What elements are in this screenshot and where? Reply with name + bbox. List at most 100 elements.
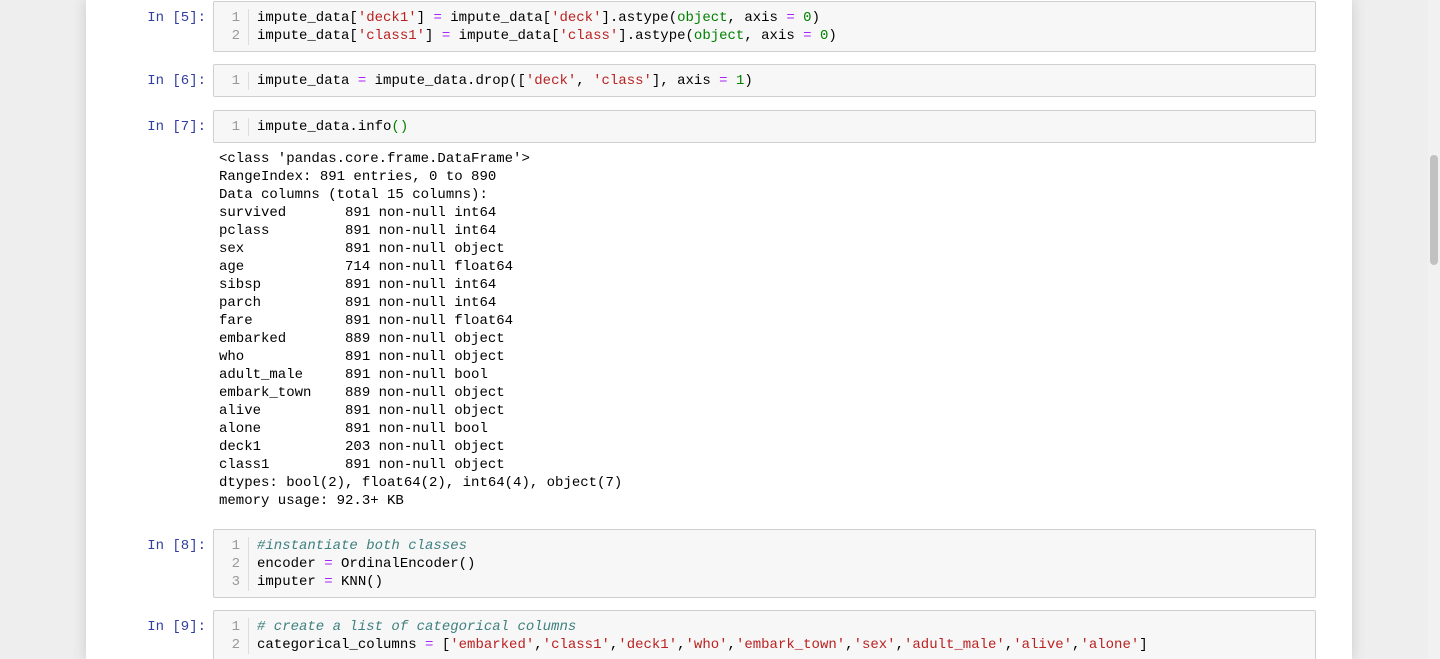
- code-text: #instantiate both classes: [249, 537, 467, 555]
- cell-prompt: In [8]:: [147, 538, 206, 554]
- code-input[interactable]: 1 impute_data['deck1'] = impute_data['dec…: [213, 1, 1316, 52]
- output-line: memory usage: 92.3+ KB: [219, 493, 404, 509]
- code-text: # create a list of categorical columns: [249, 618, 576, 636]
- code-token: 'deck1': [357, 10, 417, 26]
- scrollbar-thumb[interactable]: [1430, 155, 1438, 265]
- code-token: impute_data.drop([: [366, 73, 526, 89]
- code-token: 'embark_town': [735, 637, 846, 653]
- code-line[interactable]: 2 categorical_columns = ['embarked','clas…: [214, 636, 1315, 654]
- output-line: class1 891 non-null object: [219, 457, 505, 473]
- code-token: 'alone': [1080, 637, 1140, 653]
- code-token: # create a list of categorical columns: [257, 619, 577, 635]
- code-token: OrdinalEncoder(): [332, 556, 476, 572]
- code-token: impute_data: [257, 73, 358, 89]
- output-line: adult_male 891 non-null bool: [219, 367, 488, 383]
- output-line: survived 891 non-null int64: [219, 205, 497, 221]
- code-token: 'deck1': [618, 637, 678, 653]
- code-token: encoder: [257, 556, 325, 572]
- code-input[interactable]: 1 impute_data.info(): [213, 110, 1316, 143]
- code-token: 'class': [593, 73, 652, 89]
- output-line: RangeIndex: 891 entries, 0 to 890: [219, 169, 497, 185]
- code-token: =: [324, 574, 333, 590]
- code-token: =: [803, 28, 812, 44]
- code-text: impute_data['deck1'] = impute_data['deck…: [249, 9, 820, 27]
- code-line[interactable]: 1 impute_data = impute_data.drop(['deck',…: [214, 72, 1315, 90]
- code-token: ,: [534, 637, 543, 653]
- code-line[interactable]: 2 encoder = OrdinalEncoder(): [214, 555, 1315, 573]
- code-token: 'sex': [853, 637, 896, 653]
- cell-prompt: In [6]:: [147, 73, 206, 89]
- page-scrollbar[interactable]: [1428, 0, 1440, 659]
- code-token: ], axis: [651, 73, 720, 89]
- output-line: Data columns (total 15 columns):: [219, 187, 488, 203]
- code-token: (): [391, 119, 409, 135]
- cell-output: <class 'pandas.core.frame.DataFrame'> Ran…: [219, 150, 622, 510]
- code-token: ]: [425, 28, 442, 44]
- cell-prompt: In [9]:: [147, 619, 206, 635]
- code-token: 'class1': [542, 637, 610, 653]
- output-line: sibsp 891 non-null int64: [219, 277, 497, 293]
- output-line: embark_town 889 non-null object: [219, 385, 505, 401]
- code-token: ,: [576, 73, 594, 89]
- code-token: imputer: [257, 574, 325, 590]
- code-token: , axis: [727, 10, 787, 26]
- code-line[interactable]: 1 impute_data['deck1'] = impute_data['dec…: [214, 9, 1315, 27]
- line-number: 1: [214, 537, 249, 555]
- code-token: =: [433, 10, 442, 26]
- code-line[interactable]: 2 impute_data['class1'] = impute_data['cl…: [214, 27, 1315, 45]
- code-token: 'adult_male': [903, 637, 1005, 653]
- code-text: imputer = KNN(): [249, 573, 383, 591]
- code-token: 'embarked': [450, 637, 535, 653]
- line-number: 1: [214, 9, 249, 27]
- code-token: 'who': [685, 637, 728, 653]
- output-line: <class 'pandas.core.frame.DataFrame'>: [219, 151, 530, 167]
- output-line: parch 891 non-null int64: [219, 295, 497, 311]
- code-input[interactable]: 1 impute_data = impute_data.drop(['deck',…: [213, 64, 1316, 97]
- output-line: sex 891 non-null object: [219, 241, 505, 257]
- code-token: =: [719, 73, 728, 89]
- line-number: 1: [214, 618, 249, 636]
- code-token: ): [744, 73, 753, 89]
- code-line[interactable]: 3 imputer = KNN(): [214, 573, 1315, 591]
- code-token: 'alive': [1013, 637, 1073, 653]
- line-number: 2: [214, 555, 249, 573]
- code-token: =: [441, 28, 451, 44]
- code-text: encoder = OrdinalEncoder(): [249, 555, 475, 573]
- output-line: fare 891 non-null float64: [219, 313, 514, 329]
- notebook-container: In [5]: 1 impute_data['deck1'] = impute_d…: [86, 0, 1352, 659]
- output-line: pclass 891 non-null int64: [219, 223, 497, 239]
- code-token: impute_data[: [441, 10, 552, 26]
- code-token: ,: [895, 637, 904, 653]
- code-token: object: [677, 10, 728, 26]
- code-token: 0: [803, 10, 812, 26]
- code-token: impute_data[: [257, 28, 358, 44]
- output-line: alive 891 non-null object: [219, 403, 505, 419]
- cell-prompt: In [7]:: [147, 119, 206, 135]
- code-line[interactable]: 1 #instantiate both classes: [214, 537, 1315, 555]
- code-line[interactable]: 1 # create a list of categorical columns: [214, 618, 1315, 636]
- code-token: ].astype(: [601, 10, 678, 26]
- line-number: 3: [214, 573, 249, 591]
- code-token: impute_data[: [257, 10, 358, 26]
- code-text: impute_data.info(): [249, 118, 408, 136]
- output-line: dtypes: bool(2), float64(2), int64(4), o…: [219, 475, 623, 491]
- code-text: categorical_columns = ['embarked','class…: [249, 636, 1148, 654]
- code-input[interactable]: 1 # create a list of categorical columns 2…: [213, 610, 1316, 659]
- output-line: alone 891 non-null bool: [219, 421, 488, 437]
- code-input[interactable]: 1 #instantiate both classes 2 encoder = Ord…: [213, 529, 1316, 598]
- code-token: #instantiate both classes: [257, 538, 468, 554]
- output-line: who 891 non-null object: [219, 349, 505, 365]
- code-token: , axis: [744, 28, 804, 44]
- output-line: embarked 889 non-null object: [219, 331, 505, 347]
- output-line: deck1 203 non-null object: [219, 439, 505, 455]
- line-number: 1: [214, 72, 249, 90]
- code-line[interactable]: 1 impute_data.info(): [214, 118, 1315, 136]
- code-token: [: [433, 637, 451, 653]
- code-token: 'class': [559, 28, 619, 44]
- code-token: ): [828, 28, 837, 44]
- code-token: ): [811, 10, 820, 26]
- code-text: impute_data['class1'] = impute_data['cla…: [249, 27, 837, 45]
- code-token: ].astype(: [618, 28, 694, 44]
